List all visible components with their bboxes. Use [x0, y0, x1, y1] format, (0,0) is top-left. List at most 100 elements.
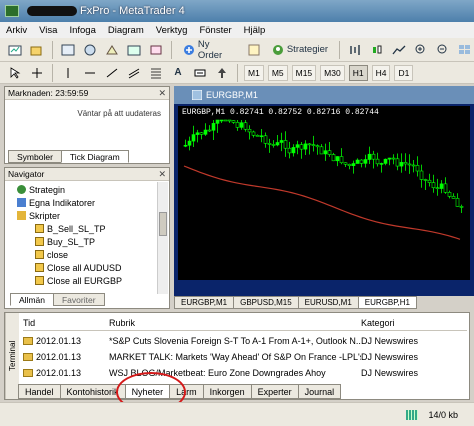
- redaction-blot: [27, 6, 77, 16]
- menu-diagram[interactable]: Diagram: [108, 25, 144, 36]
- nav-item-b-sell-sl-tp[interactable]: B_Sell_SL_TP: [9, 222, 157, 235]
- menu-bar: Arkiv Visa Infoga Diagram Verktyg Fönste…: [0, 22, 474, 38]
- new-order-button[interactable]: Ny Order: [178, 38, 241, 61]
- candlestick-icon[interactable]: [368, 41, 386, 59]
- candle-body: [383, 158, 388, 164]
- meta-editor-icon[interactable]: [245, 41, 263, 59]
- table-row[interactable]: 2012.01.13 *S&P Cuts Slovenia Foreign S-…: [23, 333, 467, 348]
- navigator-icon[interactable]: [103, 41, 121, 59]
- chart-tab-eurgbp-m1[interactable]: EURGBP,M1: [174, 296, 235, 309]
- nav-item-close-all-eurgbp[interactable]: Close all EURGBP: [9, 274, 157, 287]
- strategy-tester-icon[interactable]: [147, 41, 165, 59]
- fibonacci-icon[interactable]: [147, 64, 165, 82]
- candle-body: [263, 135, 268, 144]
- crosshair-icon[interactable]: [28, 64, 46, 82]
- new-chart-icon[interactable]: [6, 41, 24, 59]
- nav-item-egna-indikatorer[interactable]: Egna Indikatorer: [9, 196, 157, 209]
- row-kategori: DJ Newswires: [361, 335, 419, 346]
- column-rubrik[interactable]: Rubrik: [109, 318, 361, 328]
- chart-tab-eurusd-m1[interactable]: EURUSD,M1: [297, 296, 359, 309]
- zoom-out-icon[interactable]: [434, 41, 452, 59]
- trendline-icon[interactable]: [103, 64, 121, 82]
- period-h1[interactable]: H1: [348, 64, 368, 81]
- connection-icon: [406, 409, 419, 420]
- tab-favoriter[interactable]: Favoriter: [52, 293, 105, 306]
- nav-item-skripter[interactable]: Skripter: [9, 209, 157, 222]
- price-chart[interactable]: EURGBP,M1 0.82741 0.82752 0.82716 0.8274…: [178, 106, 470, 280]
- candle-body: [183, 144, 188, 147]
- candle-body: [319, 146, 324, 155]
- period-d1[interactable]: D1: [394, 64, 414, 81]
- bar-chart-icon[interactable]: [346, 41, 364, 59]
- script-icon: [35, 276, 44, 285]
- moving-average-line: [183, 165, 461, 240]
- toolbar-separator: [52, 63, 53, 82]
- period-h4[interactable]: H4: [371, 64, 391, 81]
- tile-windows-icon[interactable]: [456, 41, 474, 59]
- menu-infoga[interactable]: Infoga: [69, 25, 95, 36]
- horizontal-line-icon[interactable]: [81, 64, 99, 82]
- new-order-label: Ny Order: [197, 38, 223, 61]
- candle-body: [363, 159, 368, 164]
- menu-arkiv[interactable]: Arkiv: [6, 25, 27, 36]
- scrollbar-thumb[interactable]: [159, 212, 167, 236]
- chart-window-title: EURGBP,M1: [206, 90, 258, 100]
- table-row[interactable]: 2012.01.13 MARKET TALK: Markets 'Way Ahe…: [23, 349, 467, 364]
- close-icon[interactable]: ✕: [158, 88, 166, 99]
- tab-allman[interactable]: Allmän: [10, 293, 54, 306]
- window-title: FxPro - MetaTrader 4: [80, 5, 185, 17]
- tab-inkorgen[interactable]: Inkorgen: [202, 384, 252, 399]
- period-m30[interactable]: M30: [320, 64, 345, 81]
- cursor-icon[interactable]: [6, 64, 24, 82]
- navigator-scrollbar[interactable]: [157, 182, 168, 294]
- navigator-tabs: Allmän Favoriter: [10, 293, 105, 306]
- candle-body: [251, 131, 256, 136]
- menu-fonster[interactable]: Fönster: [199, 25, 231, 36]
- menu-visa[interactable]: Visa: [39, 25, 57, 36]
- candle-body: [211, 123, 216, 131]
- vertical-line-icon[interactable]: [59, 64, 77, 82]
- tab-tick-diagram[interactable]: Tick Diagram: [60, 150, 129, 163]
- candle-body: [335, 156, 340, 162]
- strategies-button[interactable]: Strategier: [267, 41, 333, 59]
- text-tool-icon[interactable]: A: [169, 64, 187, 82]
- profiles-icon[interactable]: [28, 41, 46, 59]
- table-row[interactable]: 2012.01.13 WSJ BLOG/Marketbeat: Euro Zon…: [23, 365, 467, 380]
- tab-journal[interactable]: Journal: [297, 384, 342, 399]
- market-waiting-text: Väntar på att uudateras: [77, 109, 161, 118]
- column-kategori[interactable]: Kategori: [361, 318, 461, 328]
- text-label-icon[interactable]: [191, 64, 209, 82]
- nav-item-close-all-audusd[interactable]: Close all AUDUSD: [9, 261, 157, 274]
- period-m15[interactable]: M15: [291, 64, 317, 81]
- terminal-icon[interactable]: [125, 41, 143, 59]
- period-m5[interactable]: M5: [267, 64, 288, 81]
- zoom-in-icon[interactable]: [412, 41, 430, 59]
- tab-symboler[interactable]: Symboler: [8, 150, 62, 163]
- nav-item-label: Close all EURGBP: [47, 275, 123, 286]
- envelope-icon: [23, 336, 33, 345]
- equidistant-channel-icon[interactable]: [125, 64, 143, 82]
- news-table-header: Tid Rubrik Kategori: [23, 316, 467, 331]
- nav-item-buy-sl-tp[interactable]: Buy_SL_TP: [9, 235, 157, 248]
- candle-body: [203, 129, 208, 135]
- market-watch-icon[interactable]: [59, 41, 77, 59]
- menu-hjalp[interactable]: Hjälp: [244, 25, 266, 36]
- toolbar-separator: [171, 40, 172, 59]
- market-watch-tabs: Symboler Tick Diagram: [8, 150, 129, 163]
- menu-verktyg[interactable]: Verktyg: [156, 25, 188, 36]
- nav-item-label: Egna Indikatorer: [29, 197, 96, 208]
- tab-handel[interactable]: Handel: [18, 384, 61, 399]
- chart-tab-eurgbp-h1[interactable]: EURGBP,H1: [357, 296, 417, 309]
- data-window-icon[interactable]: [81, 41, 99, 59]
- nav-item-strategin[interactable]: Strategin: [9, 183, 157, 196]
- arrow-up-icon[interactable]: [213, 64, 231, 82]
- close-icon[interactable]: ✕: [158, 169, 166, 180]
- tab-experter[interactable]: Experter: [250, 384, 299, 399]
- chart-tab-gbpusd-m15[interactable]: GBPUSD,M15: [233, 296, 299, 309]
- column-tid[interactable]: Tid: [23, 318, 109, 328]
- nav-item-close[interactable]: close: [9, 248, 157, 261]
- candle-body: [291, 147, 296, 154]
- candlestick-chart: [183, 119, 464, 240]
- line-chart-icon[interactable]: [390, 41, 408, 59]
- period-m1[interactable]: M1: [244, 64, 264, 81]
